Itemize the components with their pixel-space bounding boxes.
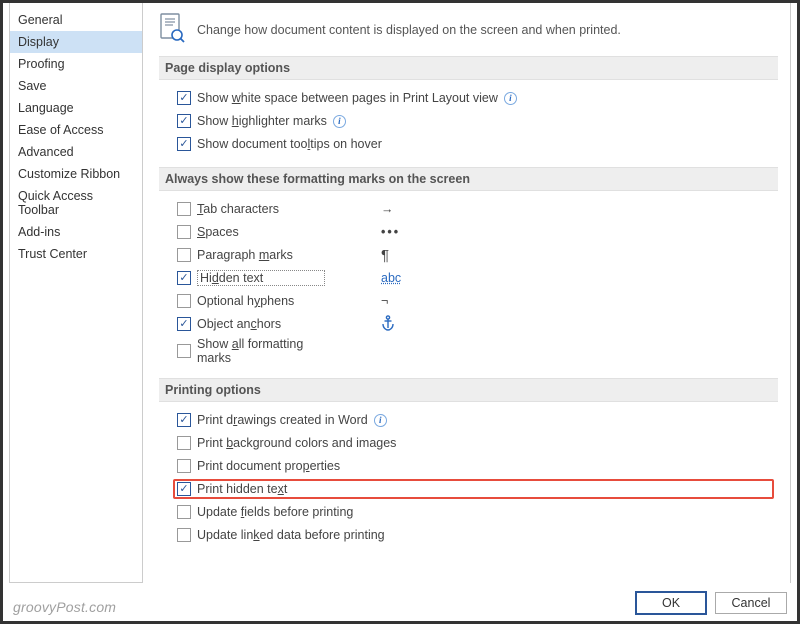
symbol-anchor — [381, 315, 407, 334]
label-object-anchors: Object anchors — [197, 317, 325, 331]
checkbox-optional-hyphens[interactable] — [177, 294, 191, 308]
checkbox-show-all-marks[interactable] — [177, 344, 191, 358]
symbol-hyphen: ¬ — [381, 294, 407, 308]
dialog-footer: OK Cancel — [9, 583, 791, 621]
display-hero-text: Change how document content is displayed… — [197, 23, 621, 37]
sidebar-item-add-ins[interactable]: Add-ins — [10, 221, 142, 243]
label-print-drawings: Print drawings created in Word — [197, 413, 368, 427]
label-spaces: Spaces — [197, 225, 325, 239]
label-show-all-marks: Show all formatting marks — [197, 337, 325, 365]
ok-button[interactable]: OK — [635, 591, 707, 615]
watermark: groovyPost.com — [13, 599, 116, 615]
label-update-fields: Update fields before printing — [197, 505, 353, 519]
symbol-tab: → — [381, 202, 407, 216]
symbol-spaces: ••• — [381, 225, 407, 239]
sidebar-item-save[interactable]: Save — [10, 75, 142, 97]
section-header-page-display: Page display options — [159, 56, 778, 80]
checkbox-show-whitespace[interactable] — [177, 91, 191, 105]
checkbox-hidden-text[interactable] — [177, 271, 191, 285]
sidebar-item-display[interactable]: Display — [10, 31, 142, 53]
section-header-formatting-marks: Always show these formatting marks on th… — [159, 167, 778, 191]
info-icon[interactable]: i — [504, 92, 517, 105]
sidebar-item-general[interactable]: General — [10, 9, 142, 31]
label-show-tooltips: Show document tooltips on hover — [197, 137, 382, 151]
checkbox-object-anchors[interactable] — [177, 317, 191, 331]
sidebar-item-ease-of-access[interactable]: Ease of Access — [10, 119, 142, 141]
checkbox-tab-characters[interactable] — [177, 202, 191, 216]
label-tab-characters: Tab characters — [197, 202, 325, 216]
label-update-linked: Update linked data before printing — [197, 528, 385, 542]
checkbox-print-background[interactable] — [177, 436, 191, 450]
symbol-hidden: abc — [381, 271, 407, 285]
checkbox-paragraph-marks[interactable] — [177, 248, 191, 262]
label-hidden-text: Hidden text — [197, 270, 325, 286]
checkbox-show-tooltips[interactable] — [177, 137, 191, 151]
label-paragraph-marks: Paragraph marks — [197, 248, 325, 262]
info-icon[interactable]: i — [333, 115, 346, 128]
info-icon[interactable]: i — [374, 414, 387, 427]
checkbox-spaces[interactable] — [177, 225, 191, 239]
checkbox-show-highlighter[interactable] — [177, 114, 191, 128]
label-print-background: Print background colors and images — [197, 436, 396, 450]
checkbox-update-fields[interactable] — [177, 505, 191, 519]
label-optional-hyphens: Optional hyphens — [197, 294, 325, 308]
sidebar-item-proofing[interactable]: Proofing — [10, 53, 142, 75]
checkbox-print-drawings[interactable] — [177, 413, 191, 427]
sidebar-item-quick-access-toolbar[interactable]: Quick Access Toolbar — [10, 185, 142, 221]
options-category-list: General Display Proofing Save Language E… — [9, 3, 143, 583]
cancel-button[interactable]: Cancel — [715, 592, 787, 614]
checkbox-print-properties[interactable] — [177, 459, 191, 473]
checkbox-print-hidden-text[interactable] — [177, 482, 191, 496]
sidebar-item-advanced[interactable]: Advanced — [10, 141, 142, 163]
symbol-paragraph: ¶ — [381, 247, 407, 264]
checkbox-update-linked[interactable] — [177, 528, 191, 542]
label-print-properties: Print document properties — [197, 459, 340, 473]
label-show-whitespace: Show white space between pages in Print … — [197, 91, 498, 105]
sidebar-item-trust-center[interactable]: Trust Center — [10, 243, 142, 265]
label-print-hidden-text: Print hidden text — [197, 482, 287, 496]
section-header-printing: Printing options — [159, 378, 778, 402]
sidebar-item-language[interactable]: Language — [10, 97, 142, 119]
options-content: Change how document content is displayed… — [143, 3, 791, 583]
label-show-highlighter: Show highlighter marks — [197, 114, 327, 128]
sidebar-item-customize-ribbon[interactable]: Customize Ribbon — [10, 163, 142, 185]
display-hero-icon — [159, 13, 185, 46]
